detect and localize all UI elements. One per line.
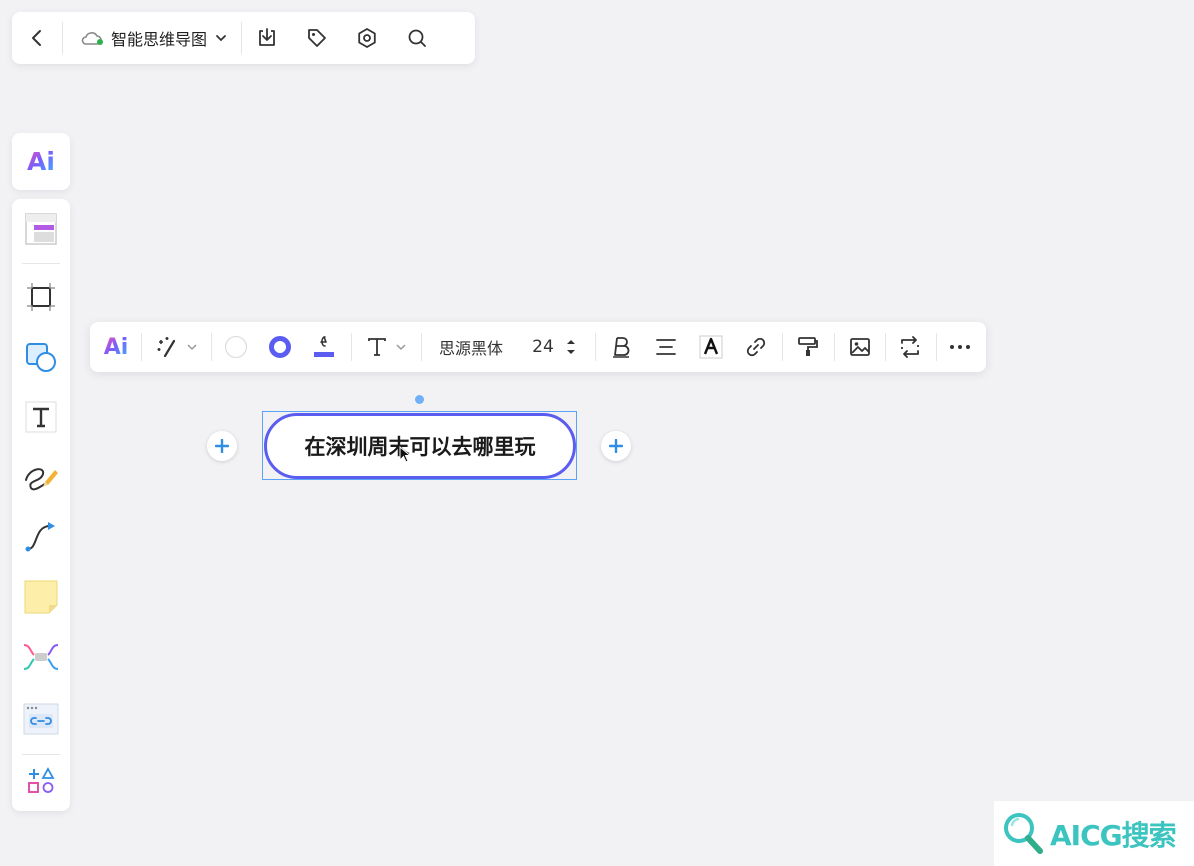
frame-tool[interactable] [12,273,70,321]
more-shapes-icon [27,767,55,795]
format-painter-icon [797,336,819,358]
more-icon [949,344,971,350]
template-icon [24,212,58,246]
text-align-button[interactable] [646,322,686,372]
line-color-icon [312,334,336,360]
mouse-cursor-icon [399,446,413,464]
connector-tool[interactable] [12,513,70,561]
fill-color-swatch [224,335,248,359]
connector-icon [24,520,58,554]
shape-tool[interactable] [12,333,70,381]
text-tool-icon [24,400,58,434]
font-family-selector[interactable]: 思源黑体 [428,322,514,372]
chevron-down-icon [215,32,227,44]
bold-button[interactable] [602,322,640,372]
add-right-node-button[interactable] [601,431,631,461]
ai-icon: Ai [27,147,55,176]
text-style-icon [366,336,388,358]
more-shapes-tool[interactable] [12,757,70,805]
text-style-dropdown[interactable] [358,322,414,372]
node-style-dropdown[interactable] [148,322,204,372]
chevron-down-icon [187,342,197,352]
fill-color-button[interactable] [218,322,254,372]
search-icon [406,27,428,49]
mindmap-icon [22,641,60,673]
pen-icon [23,460,59,494]
shape-icon [24,340,58,374]
watermark: AICG搜索 [994,801,1194,866]
ai-format-button[interactable]: Ai [96,322,136,372]
rotate-handle[interactable] [415,395,424,404]
tag-icon [306,27,328,49]
left-toolbar [12,199,70,811]
convert-icon [899,336,921,358]
chevron-down-icon [396,342,406,352]
download-button[interactable] [242,12,292,64]
format-toolbar: Ai 思源黑体 24 [90,322,986,372]
font-size-value: 24 [532,337,554,357]
magnifier-logo-icon [1002,811,1046,857]
ai-icon: Ai [103,334,129,360]
template-tool[interactable] [12,205,70,253]
bold-icon [611,336,631,358]
link-card-icon [23,703,59,735]
plus-icon [609,439,623,453]
stepper-arrows-icon [566,337,576,357]
ai-assistant-button[interactable]: Ai [12,133,70,190]
align-center-icon [655,337,677,357]
document-title: 智能思维导图 [111,30,208,49]
format-painter-button[interactable] [788,322,828,372]
convert-shape-button[interactable] [890,322,930,372]
link-icon [745,336,767,358]
link-button[interactable] [736,322,776,372]
back-icon [27,28,47,48]
sticky-note-tool[interactable] [12,573,70,621]
image-icon [849,336,871,358]
watermark-text: AICG搜索 [1050,818,1177,852]
mindmap-tool[interactable] [12,633,70,681]
text-color-icon [699,335,723,359]
frame-icon [25,281,57,313]
sticky-note-icon [23,579,59,615]
text-tool[interactable] [12,393,70,441]
plus-icon [215,439,229,453]
cloud-sync-icon [81,30,103,46]
mindmap-root-node[interactable]: 在深圳周末可以去哪里玩 [264,413,576,479]
text-color-button[interactable] [692,322,730,372]
line-style-button[interactable] [306,322,342,372]
node-text: 在深圳周末可以去哪里玩 [304,435,536,459]
search-button[interactable] [392,12,442,64]
settings-icon [356,27,378,49]
insert-image-button[interactable] [840,322,880,372]
border-color-swatch [268,335,292,359]
top-toolbar: 智能思维导图 [12,12,475,64]
download-icon [256,27,278,49]
document-title-dropdown[interactable]: 智能思维导图 [63,12,241,64]
magic-wand-icon [155,335,179,359]
add-left-node-button[interactable] [207,431,237,461]
border-color-button[interactable] [262,322,298,372]
pen-tool[interactable] [12,453,70,501]
settings-button[interactable] [342,12,392,64]
more-options-button[interactable] [940,322,980,372]
back-button[interactable] [12,12,62,64]
link-card-tool[interactable] [12,695,70,743]
font-family-label: 思源黑体 [438,339,503,358]
font-size-stepper[interactable]: 24 [522,322,586,372]
tag-button[interactable] [292,12,342,64]
